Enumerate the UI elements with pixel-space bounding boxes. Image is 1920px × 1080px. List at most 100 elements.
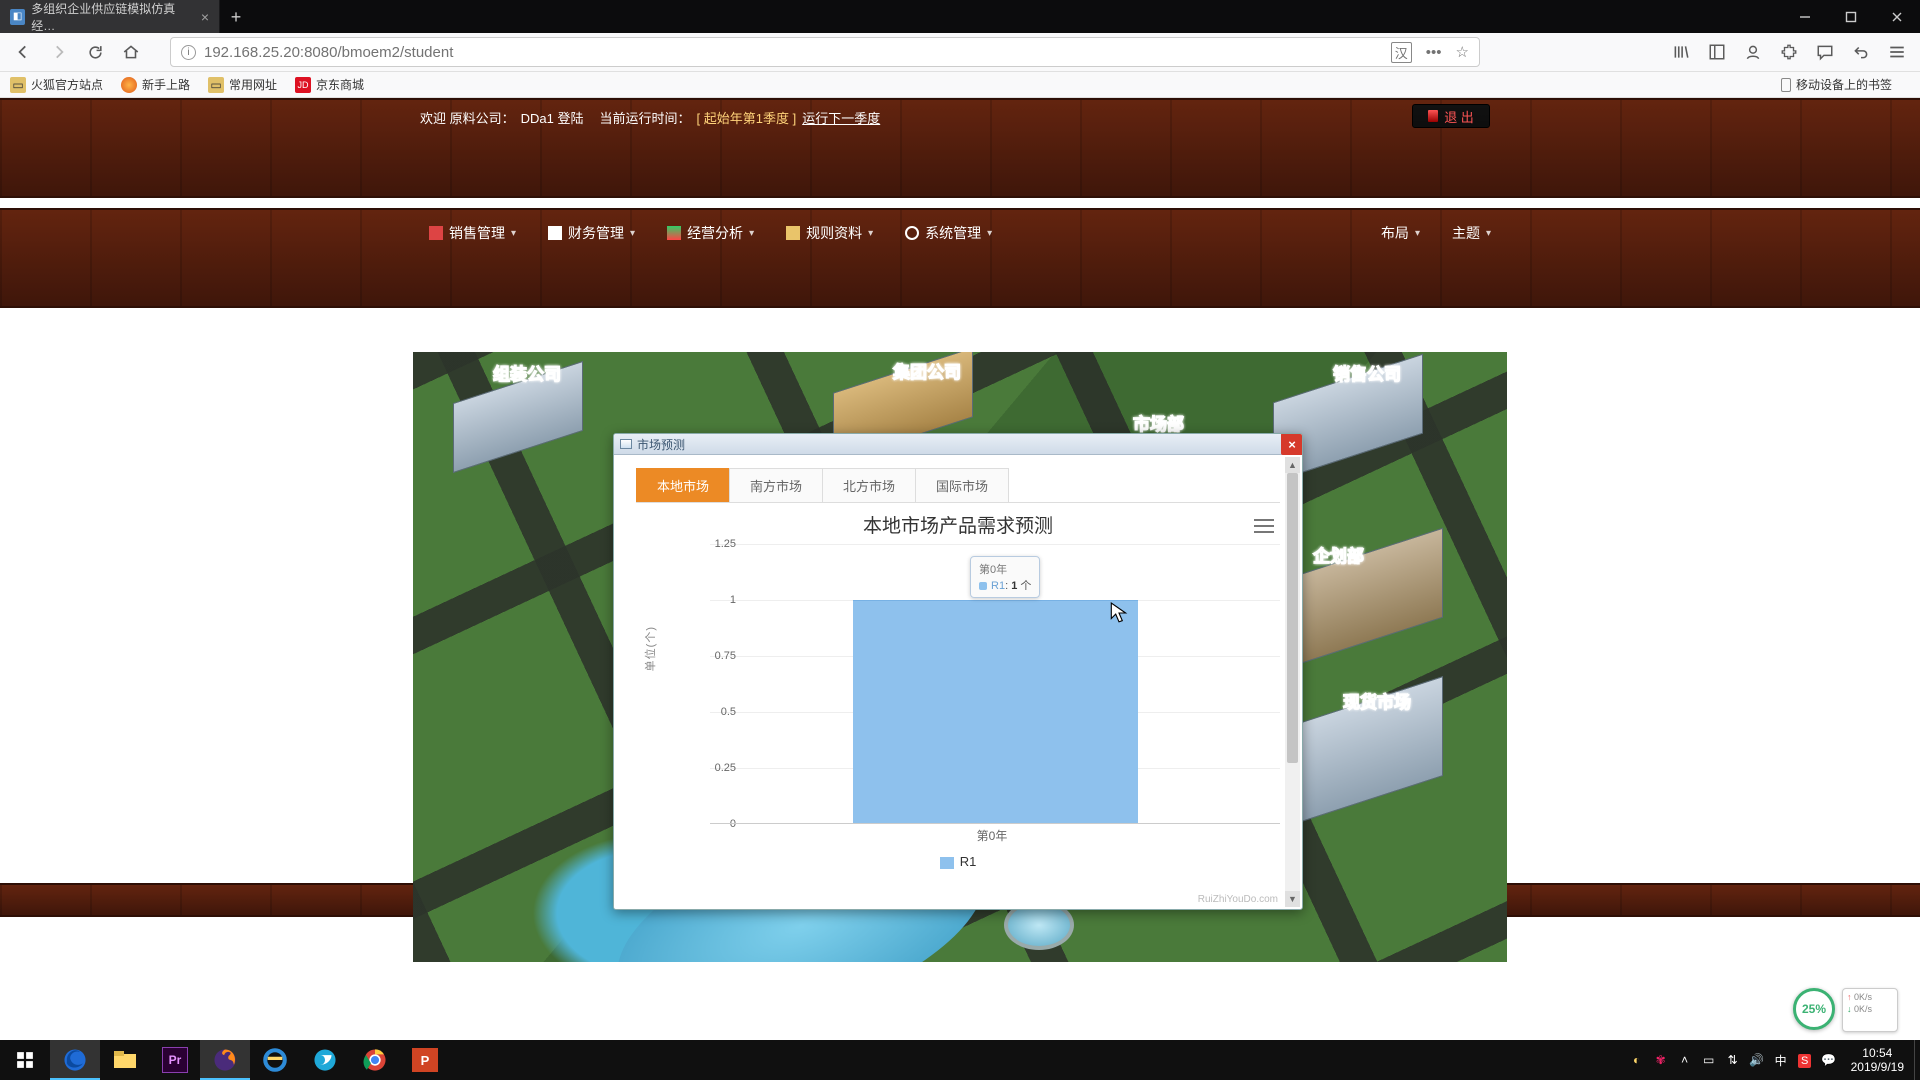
bookmark-item[interactable]: ▭常用网址 — [208, 76, 277, 93]
folder-icon: ▭ — [10, 77, 26, 93]
taskbar-chrome-icon[interactable] — [350, 1040, 400, 1080]
chart-plot[interactable]: 单位(个) 1.25 1 0.75 0.5 0.25 0 第0年 — [680, 544, 1280, 844]
chevron-down-icon: ▾ — [1415, 228, 1420, 239]
tray-network-icon[interactable]: ⇅ — [1721, 1053, 1745, 1067]
legend-swatch-icon — [979, 582, 987, 590]
menu-rules[interactable]: 规则资料▾ — [770, 218, 889, 248]
library-icon[interactable] — [1666, 37, 1696, 67]
chevron-down-icon: ▾ — [987, 228, 992, 239]
minimize-button[interactable] — [1782, 0, 1828, 33]
tray-icon[interactable]: ◐ — [1625, 1053, 1649, 1067]
start-button[interactable] — [0, 1040, 50, 1080]
chart-tooltip: 第0年 R1: 1 个 — [970, 556, 1040, 598]
rules-icon — [786, 226, 800, 240]
menu-layout[interactable]: 布局▾ — [1365, 223, 1436, 243]
back-button[interactable] — [8, 37, 38, 67]
modal-close-button[interactable]: × — [1281, 433, 1303, 455]
y-axis-label: 单位(个) — [642, 626, 658, 671]
tab-intl-market[interactable]: 国际市场 — [915, 468, 1009, 502]
menu-sales[interactable]: 销售管理▾ — [413, 218, 532, 248]
app-menu-icon[interactable] — [1882, 37, 1912, 67]
tab-north-market[interactable]: 北方市场 — [822, 468, 916, 502]
chevron-down-icon: ▾ — [630, 228, 635, 239]
label-plandept[interactable]: 企划部 — [1313, 542, 1364, 567]
bookmark-item[interactable]: ▭火狐官方站点 — [10, 76, 103, 93]
chart-menu-icon[interactable] — [1254, 517, 1274, 535]
taskbar-explorer-icon[interactable] — [100, 1040, 150, 1080]
taskbar-ie-icon[interactable] — [250, 1040, 300, 1080]
page-content: 欢迎 原料公司： DDa1 登陆 当前运行时间： [ 起始年第1季度 ] 运行下… — [0, 98, 1920, 1080]
exit-button[interactable]: 退 出 — [1412, 104, 1490, 128]
chevron-down-icon: ▾ — [749, 228, 754, 239]
label-marketdept[interactable]: 市场部 — [1133, 410, 1184, 435]
sidebar-icon[interactable] — [1702, 37, 1732, 67]
window-icon — [620, 439, 632, 449]
home-button[interactable] — [116, 37, 146, 67]
chat-icon[interactable] — [1810, 37, 1840, 67]
bookmark-item[interactable]: 新手上路 — [121, 76, 190, 93]
account-icon[interactable] — [1738, 37, 1768, 67]
bookmark-star-icon[interactable]: ☆ — [1456, 43, 1469, 61]
menu-theme[interactable]: 主题▾ — [1436, 223, 1507, 243]
market-forecast-modal: 市场预测 × ▲ ▼ 本地市场 南方市场 北方市场 国际市场 本地市场产品需求预… — [613, 433, 1303, 910]
bookmark-item[interactable]: JD京东商城 — [295, 76, 364, 93]
mobile-bookmarks[interactable]: 移动设备上的书签 — [1781, 76, 1892, 93]
menu-analysis[interactable]: 经营分析▾ — [651, 218, 770, 248]
menu-system[interactable]: 系统管理▾ — [889, 218, 1008, 248]
label-sales[interactable]: 销售公司 — [1333, 360, 1401, 385]
taskbar-premiere-icon[interactable]: Pr — [150, 1040, 200, 1080]
sales-icon — [429, 226, 443, 240]
label-group[interactable]: 集团公司 — [893, 358, 961, 383]
url-text: 192.168.25.20:8080/bmoem2/student — [204, 44, 453, 61]
tray-sogou-icon[interactable]: S — [1793, 1053, 1817, 1067]
chart-credit: RuiZhiYouDo.com — [1198, 894, 1278, 905]
tray-notification-icon[interactable]: 💬 — [1817, 1053, 1841, 1067]
forward-button[interactable] — [44, 37, 74, 67]
menu-finance[interactable]: 财务管理▾ — [532, 218, 651, 248]
tab-favicon-icon: ◧ — [10, 9, 25, 25]
tray-battery-icon[interactable]: ▭ — [1697, 1053, 1721, 1067]
taskbar-clock[interactable]: 10:54 2019/9/19 — [1841, 1046, 1914, 1075]
reload-button[interactable] — [80, 37, 110, 67]
bar-r1-year0[interactable] — [853, 600, 1138, 824]
chart-legend[interactable]: R1 — [636, 854, 1280, 869]
tray-icon[interactable]: ✾ — [1649, 1053, 1673, 1067]
market-tabs: 本地市场 南方市场 北方市场 国际市场 — [636, 468, 1280, 503]
reader-mode-icon[interactable]: 汉 — [1391, 42, 1412, 63]
site-info-icon[interactable]: i — [181, 45, 196, 60]
modal-title: 市场预测 — [637, 436, 685, 453]
tab-south-market[interactable]: 南方市场 — [729, 468, 823, 502]
url-bar[interactable]: i 192.168.25.20:8080/bmoem2/student 汉 ••… — [170, 37, 1480, 67]
tab-close-icon[interactable]: × — [201, 9, 209, 25]
maximize-button[interactable] — [1828, 0, 1874, 33]
tray-up-icon[interactable]: ˄ — [1673, 1053, 1697, 1067]
tab-title: 多组织企业供应链模拟仿真经… — [31, 0, 191, 34]
nav-toolbar: i 192.168.25.20:8080/bmoem2/student 汉 ••… — [0, 33, 1920, 72]
net-speed-box[interactable]: ↑ 0K/s ↓ 0K/s — [1842, 988, 1898, 1032]
close-button[interactable] — [1874, 0, 1920, 33]
page-action-icon[interactable]: ••• — [1426, 44, 1442, 61]
taskbar-firefox-icon[interactable] — [200, 1040, 250, 1080]
tray-volume-icon[interactable]: 🔊 — [1745, 1053, 1769, 1067]
taskbar-powerpoint-icon[interactable]: P — [400, 1040, 450, 1080]
gear-icon — [905, 226, 919, 240]
exit-icon — [1428, 110, 1438, 122]
new-tab-button[interactable]: + — [220, 1, 252, 33]
browser-tab-bar: ◧ 多组织企业供应链模拟仿真经… × + — [0, 0, 1920, 33]
browser-tab[interactable]: ◧ 多组织企业供应链模拟仿真经… × — [0, 0, 220, 33]
tray-ime-icon[interactable]: 中 — [1769, 1052, 1793, 1069]
run-next-quarter-link[interactable]: 运行下一季度 — [802, 108, 880, 127]
taskbar-app-icon[interactable] — [300, 1040, 350, 1080]
label-assembly[interactable]: 组装公司 — [493, 360, 561, 385]
x-tick-label: 第0年 — [977, 827, 1008, 844]
performance-gauge[interactable]: 25% — [1793, 988, 1835, 1030]
legend-swatch-icon — [940, 857, 954, 869]
extension-icon[interactable] — [1774, 37, 1804, 67]
show-desktop-button[interactable] — [1914, 1040, 1920, 1080]
taskbar-edge-icon[interactable] — [50, 1040, 100, 1080]
undo-icon[interactable] — [1846, 37, 1876, 67]
label-spotmarket[interactable]: 现货市场 — [1343, 688, 1411, 713]
tab-local-market[interactable]: 本地市场 — [636, 468, 730, 502]
status-line: 欢迎 原料公司： DDa1 登陆 当前运行时间： [ 起始年第1季度 ] 运行下… — [420, 108, 1500, 127]
modal-titlebar[interactable]: 市场预测 — [614, 434, 1302, 455]
